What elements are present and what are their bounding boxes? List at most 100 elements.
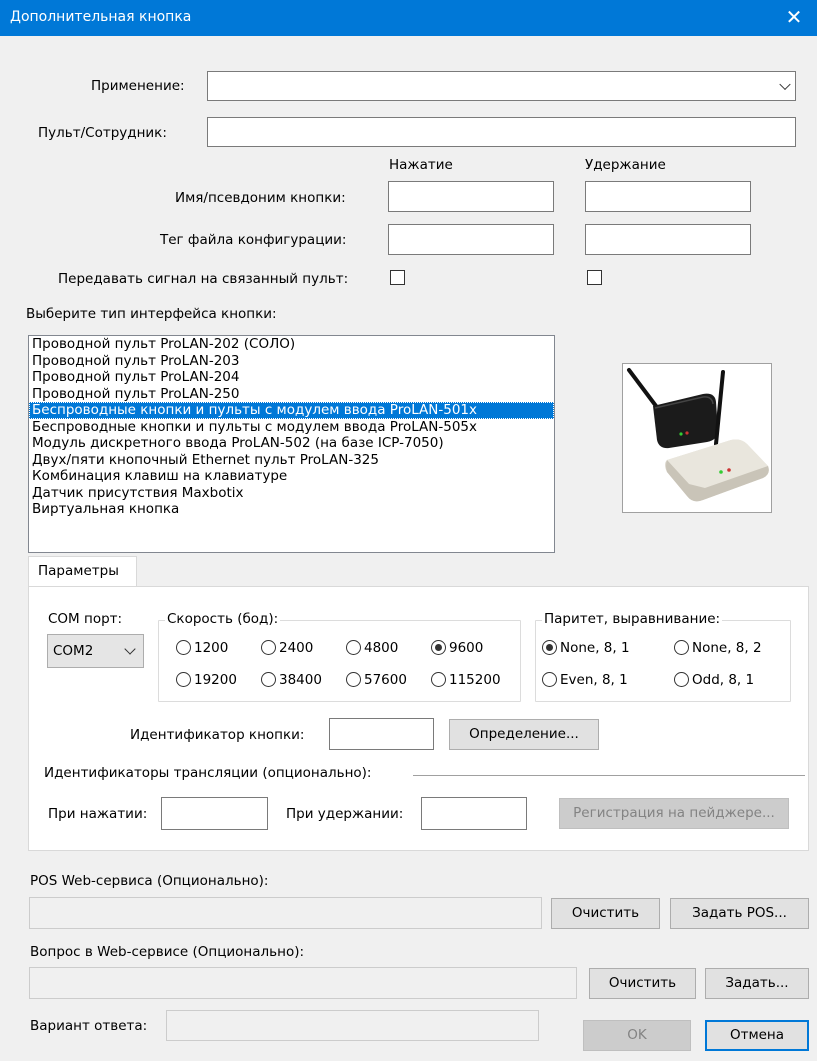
send-signal-press-checkbox[interactable]	[390, 270, 405, 285]
parity-option-label: Odd, 8, 1	[692, 672, 755, 688]
window-title: Дополнительная кнопка	[10, 9, 192, 25]
speed-radio-115200[interactable]: 115200	[431, 671, 501, 689]
speed-group: Скорость (бод): 1200 2400 4800 9600 1920…	[158, 611, 521, 702]
parameters-panel: COM порт: COM2 Скорость (бод): 1200 2400…	[28, 586, 809, 851]
speed-option-label: 1200	[194, 640, 229, 656]
speed-option-label: 115200	[449, 672, 501, 688]
chevron-down-icon	[124, 643, 136, 655]
speed-radio-1200[interactable]: 1200	[176, 639, 228, 657]
question-web-field	[29, 967, 577, 999]
pos-web-label: POS Web-сервиса (Опционально):	[30, 873, 269, 889]
separator-line	[413, 775, 805, 776]
on-hold-label: При удержании:	[286, 806, 404, 822]
list-item[interactable]: Проводной пульт ProLAN-250	[29, 386, 554, 403]
on-press-input[interactable]	[161, 797, 268, 830]
speed-option-label: 2400	[279, 640, 314, 656]
parity-radio-even-8-1[interactable]: Even, 8, 1	[542, 671, 628, 689]
speed-radio-9600[interactable]: 9600	[431, 639, 483, 657]
config-tag-hold-input[interactable]	[585, 224, 751, 255]
interface-listbox[interactable]: Проводной пульт ProLAN-202 (СОЛО) Провод…	[28, 335, 555, 553]
com-port-select[interactable]: COM2	[47, 634, 144, 668]
list-item[interactable]: Двух/пяти кнопочный Ethernet пульт ProLA…	[29, 452, 554, 469]
send-signal-label: Передавать сигнал на связанный пульт:	[58, 271, 349, 287]
pos-web-field	[29, 897, 542, 929]
list-item[interactable]: Комбинация клавиш на клавиатуре	[29, 468, 554, 485]
speed-radio-19200[interactable]: 19200	[176, 671, 237, 689]
list-item[interactable]: Проводной пульт ProLAN-202 (СОЛО)	[29, 336, 554, 353]
radio-icon	[261, 672, 276, 687]
chevron-down-icon	[779, 78, 791, 91]
title-bar: Дополнительная кнопка ✕	[0, 0, 817, 36]
parity-radio-none-8-2[interactable]: None, 8, 2	[674, 639, 762, 657]
tab-parameters[interactable]: Параметры	[28, 556, 137, 587]
radio-icon	[346, 640, 361, 655]
tab-parameters-label: Параметры	[38, 563, 119, 579]
list-item[interactable]: Проводной пульт ProLAN-203	[29, 353, 554, 370]
pos-set-button[interactable]: Задать POS...	[670, 898, 809, 929]
pager-registration-button[interactable]: Регистрация на пейджере...	[559, 798, 789, 829]
question-set-button[interactable]: Задать...	[705, 968, 809, 999]
parity-group: Паритет, выравнивание: None, 8, 1 None, …	[535, 611, 791, 702]
list-item[interactable]: Проводной пульт ProLAN-204	[29, 369, 554, 386]
radio-icon	[176, 640, 191, 655]
alias-hold-input[interactable]	[585, 181, 751, 212]
cancel-button[interactable]: Отмена	[705, 1020, 809, 1051]
list-item[interactable]: Виртуальная кнопка	[29, 501, 554, 518]
speed-radio-38400[interactable]: 38400	[261, 671, 322, 689]
config-tag-press-input[interactable]	[388, 224, 554, 255]
button-id-input[interactable]	[329, 718, 434, 750]
device-image	[622, 363, 772, 513]
speed-radio-4800[interactable]: 4800	[346, 639, 398, 657]
radio-icon	[346, 672, 361, 687]
radio-icon	[176, 672, 191, 687]
list-item[interactable]: Модуль дискретного ввода ProLAN-502 (на …	[29, 435, 554, 452]
speed-radio-2400[interactable]: 2400	[261, 639, 313, 657]
radio-icon	[674, 672, 689, 687]
hold-header: Удержание	[585, 157, 666, 173]
answer-label: Вариант ответа:	[30, 1018, 148, 1034]
speed-radio-57600[interactable]: 57600	[346, 671, 407, 689]
wireless-module-picture	[627, 368, 769, 502]
send-signal-hold-checkbox[interactable]	[587, 270, 602, 285]
list-item[interactable]: Беспроводные кнопки и пульты с модулем в…	[29, 419, 554, 436]
console-input[interactable]	[207, 117, 796, 147]
press-header: Нажатие	[389, 157, 453, 173]
list-item[interactable]: Датчик присутствия Maxbotix	[29, 485, 554, 502]
answer-field	[166, 1010, 539, 1041]
speed-group-label: Скорость (бод):	[165, 611, 281, 627]
speed-option-label: 57600	[364, 672, 407, 688]
speed-option-label: 9600	[449, 640, 484, 656]
parity-option-label: None, 8, 2	[692, 640, 762, 656]
speed-option-label: 4800	[364, 640, 399, 656]
on-press-label: При нажатии:	[48, 806, 148, 822]
dialog-window: Дополнительная кнопка ✕ Применение: Пуль…	[0, 0, 817, 1061]
radio-selected-icon	[542, 640, 557, 655]
ok-button[interactable]: OK	[583, 1020, 691, 1051]
config-tag-label: Тег файла конфигурации:	[160, 232, 347, 248]
com-port-label: COM порт:	[48, 611, 123, 627]
parity-group-label: Паритет, выравнивание:	[542, 611, 723, 627]
speed-option-label: 38400	[279, 672, 322, 688]
radio-icon	[542, 672, 557, 687]
list-item-selected[interactable]: Беспроводные кнопки и пульты с модулем в…	[29, 402, 554, 419]
application-label: Применение:	[91, 78, 185, 94]
pos-clear-button[interactable]: Очистить	[551, 898, 660, 929]
parity-radio-none-8-1[interactable]: None, 8, 1	[542, 639, 630, 657]
radio-selected-icon	[431, 640, 446, 655]
radio-icon	[674, 640, 689, 655]
question-web-label: Вопрос в Web-сервисе (Опционально):	[30, 944, 305, 960]
parity-option-label: None, 8, 1	[560, 640, 630, 656]
radio-icon	[431, 672, 446, 687]
translation-ids-label: Идентификаторы трансляции (опционально):	[44, 765, 372, 781]
close-icon[interactable]: ✕	[771, 0, 817, 36]
define-button[interactable]: Определение...	[449, 719, 599, 750]
question-clear-button[interactable]: Очистить	[589, 968, 696, 999]
on-hold-input[interactable]	[421, 797, 527, 830]
application-combo[interactable]	[207, 71, 796, 101]
button-id-label: Идентификатор кнопки:	[130, 727, 305, 743]
console-label: Пульт/Сотрудник:	[38, 125, 167, 141]
parity-radio-odd-8-1[interactable]: Odd, 8, 1	[674, 671, 754, 689]
alias-press-input[interactable]	[388, 181, 554, 212]
parity-option-label: Even, 8, 1	[560, 672, 628, 688]
radio-icon	[261, 640, 276, 655]
